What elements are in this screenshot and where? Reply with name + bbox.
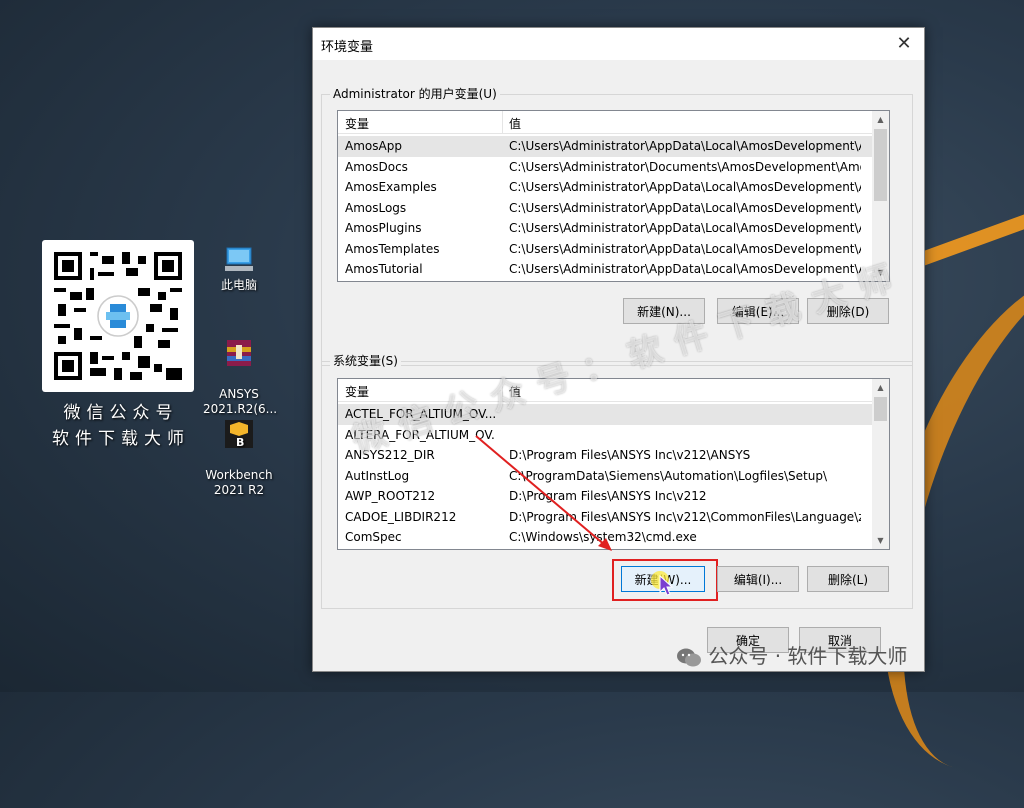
wechat-icon [677,648,701,666]
mouse-cursor-icon [651,571,674,596]
footer-watermark: 公众号 · 软件下载大师 [676,640,907,669]
tutorial-arrow-icon [475,435,612,551]
footer-watermark-text: 公众号 · 软件下载大师 [708,644,908,668]
